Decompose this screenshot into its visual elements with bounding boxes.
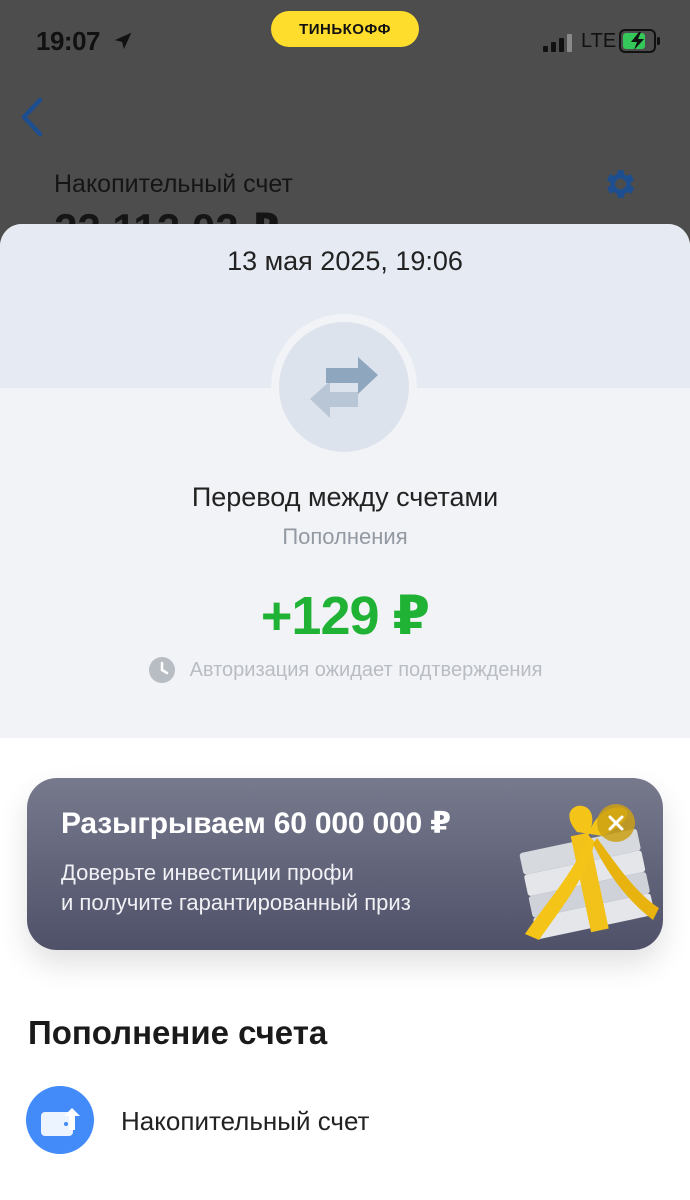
operation-status-text: Авторизация ожидает подтверждения	[189, 658, 543, 681]
wallet-icon	[26, 1086, 94, 1154]
operation-category[interactable]: Пополнения	[0, 524, 690, 550]
status-time: 19:07	[36, 26, 101, 56]
wallet-arrow-glyph	[41, 1108, 80, 1136]
list-item-savings-account[interactable]: Накопительный счет	[26, 1086, 666, 1156]
operation-title: Перевод между счетами	[191, 482, 499, 512]
promo-text-line-1: Доверьте инвестиции профи	[61, 860, 354, 885]
battery-charging-icon	[619, 29, 660, 53]
carrier-label: LTE	[581, 30, 617, 52]
signal-icon	[543, 34, 572, 52]
transfer-arrows-glyph	[310, 357, 378, 418]
operation-status: Авторизация ожидает подтверждения	[0, 656, 690, 684]
promo-text-line-2: и получите гарантированный приз	[61, 890, 411, 915]
account-title: Накопительный счет	[54, 170, 293, 198]
close-icon	[608, 815, 624, 831]
list-item-label: Накопительный счет	[121, 1106, 370, 1136]
section-title: Пополнение счета	[28, 1014, 328, 1051]
operation-icon-ring	[271, 314, 417, 460]
back-chevron-icon[interactable]	[18, 96, 48, 138]
gear-icon[interactable]	[600, 165, 638, 203]
promo-close-button[interactable]	[597, 804, 635, 842]
operation-amount: +129 ₽	[260, 586, 430, 646]
money-gift-illustration	[519, 805, 659, 940]
operation-sheet: 13 мая 2025, 19:06 Перевод между счетами…	[0, 224, 690, 1200]
promo-banner[interactable]: Разыгрываем 60 000 000 ₽ Доверьте инвест…	[27, 778, 663, 950]
brand-pill[interactable]: ТИНЬКОФФ	[271, 11, 419, 47]
transfer-arrows-icon	[279, 322, 409, 452]
promo-text: Доверьте инвестиции профи и получите гар…	[61, 858, 521, 918]
clock-icon	[148, 657, 175, 683]
location-arrow-icon	[114, 32, 132, 50]
operation-date: 13 мая 2025, 19:06	[227, 246, 463, 276]
status-bar: 19:07 ТИНЬКОФФ LTE	[0, 0, 690, 84]
promo-title: Разыгрываем 60 000 000 ₽	[61, 807, 451, 840]
